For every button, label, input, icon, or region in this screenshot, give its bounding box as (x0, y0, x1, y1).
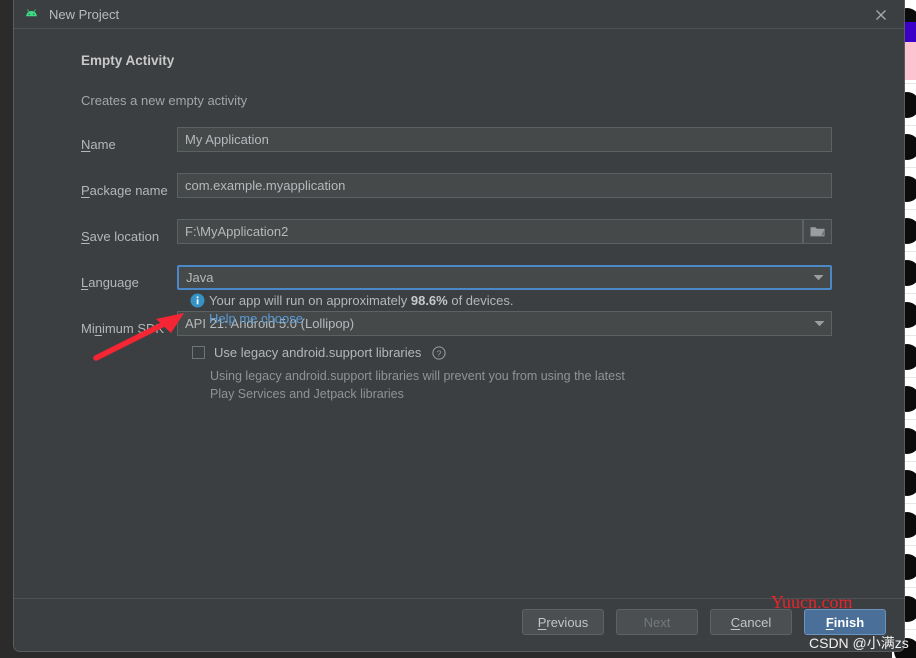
mnemonic-char: P (537, 614, 547, 630)
minimum-sdk-label: Minimum SDK (81, 321, 164, 336)
mnemonic-char: F (825, 614, 834, 630)
template-heading: Empty Activity (81, 53, 175, 68)
android-robot-icon (23, 6, 40, 23)
mnemonic-char: P (81, 183, 90, 198)
package-name-input[interactable] (177, 173, 832, 198)
label-text: imum SDK (101, 321, 165, 336)
legacy-libraries-checkbox[interactable] (192, 346, 205, 359)
button-label: Next (643, 614, 671, 630)
mnemonic-char: N (81, 137, 91, 152)
watermark-csdn: CSDN @小满zs (809, 635, 909, 651)
button-label: inish (833, 614, 865, 630)
device-coverage-info: Your app will run on approximately 98.6%… (14, 291, 904, 310)
form-row-package-name: Package name (14, 171, 904, 217)
language-label: Language (81, 275, 139, 290)
label-text: ame (90, 137, 116, 152)
language-value: Java (186, 270, 214, 285)
device-percent: 98.6% (410, 293, 448, 308)
watermark-yuucn: Yuucn.com (771, 592, 853, 612)
language-dropdown[interactable]: Java (177, 265, 832, 290)
name-input[interactable] (177, 127, 832, 152)
folder-icon[interactable] (803, 219, 832, 244)
label-text: anguage (88, 275, 139, 290)
label-text: ave location (89, 229, 160, 244)
info-block: Your app will run on approximately 98.6%… (14, 291, 904, 401)
close-icon[interactable] (858, 0, 904, 29)
mnemonic-char: C (730, 614, 741, 630)
template-description: Creates a new empty activity (81, 93, 248, 108)
info-text-after: of devices. (447, 293, 514, 308)
mnemonic-char: n (94, 321, 102, 336)
mnemonic-char: S (81, 229, 90, 244)
dialog-body: Empty Activity Creates a new empty activ… (14, 29, 904, 598)
chevron-down-icon (807, 312, 831, 335)
legacy-libraries-label: Use legacy android.support libraries (214, 345, 422, 360)
dialog-title: New Project (49, 6, 120, 22)
legacy-libraries-row: Use legacy android.support libraries ? (192, 345, 447, 360)
legacy-libraries-description: Using legacy android.support libraries w… (210, 369, 625, 401)
label-text: ackage name (89, 183, 168, 198)
name-label: Name (81, 137, 116, 152)
dialog-titlebar: New Project (14, 0, 904, 29)
new-project-dialog: New Project Empty Activity Creates a new… (13, 0, 905, 652)
question-mark-icon[interactable]: ? (432, 345, 447, 360)
svg-text:?: ? (437, 348, 442, 358)
save-location-input[interactable] (177, 219, 803, 244)
form-row-name: Name (14, 125, 904, 171)
button-label: ancel (740, 614, 772, 630)
info-icon (190, 293, 205, 308)
chevron-down-icon (806, 267, 830, 288)
package-name-label: Package name (81, 183, 168, 198)
form-row-save-location: Save location (14, 217, 904, 263)
project-form: Name Package name Save location (14, 125, 904, 355)
next-button: Next (616, 609, 698, 635)
save-location-label: Save location (81, 229, 159, 244)
info-text-before: Your app will run on approximately (209, 293, 411, 308)
label-text: Mi (81, 321, 95, 336)
button-label: revious (546, 614, 589, 630)
previous-button[interactable]: Previous (522, 609, 604, 635)
form-row-minimum-sdk: Minimum SDK API 21: Android 5.0 (Lollipo… (14, 309, 904, 355)
help-me-choose-link[interactable]: Help me choose (209, 311, 303, 326)
screen-root: 3: New Project Empty Activity (0, 0, 916, 658)
